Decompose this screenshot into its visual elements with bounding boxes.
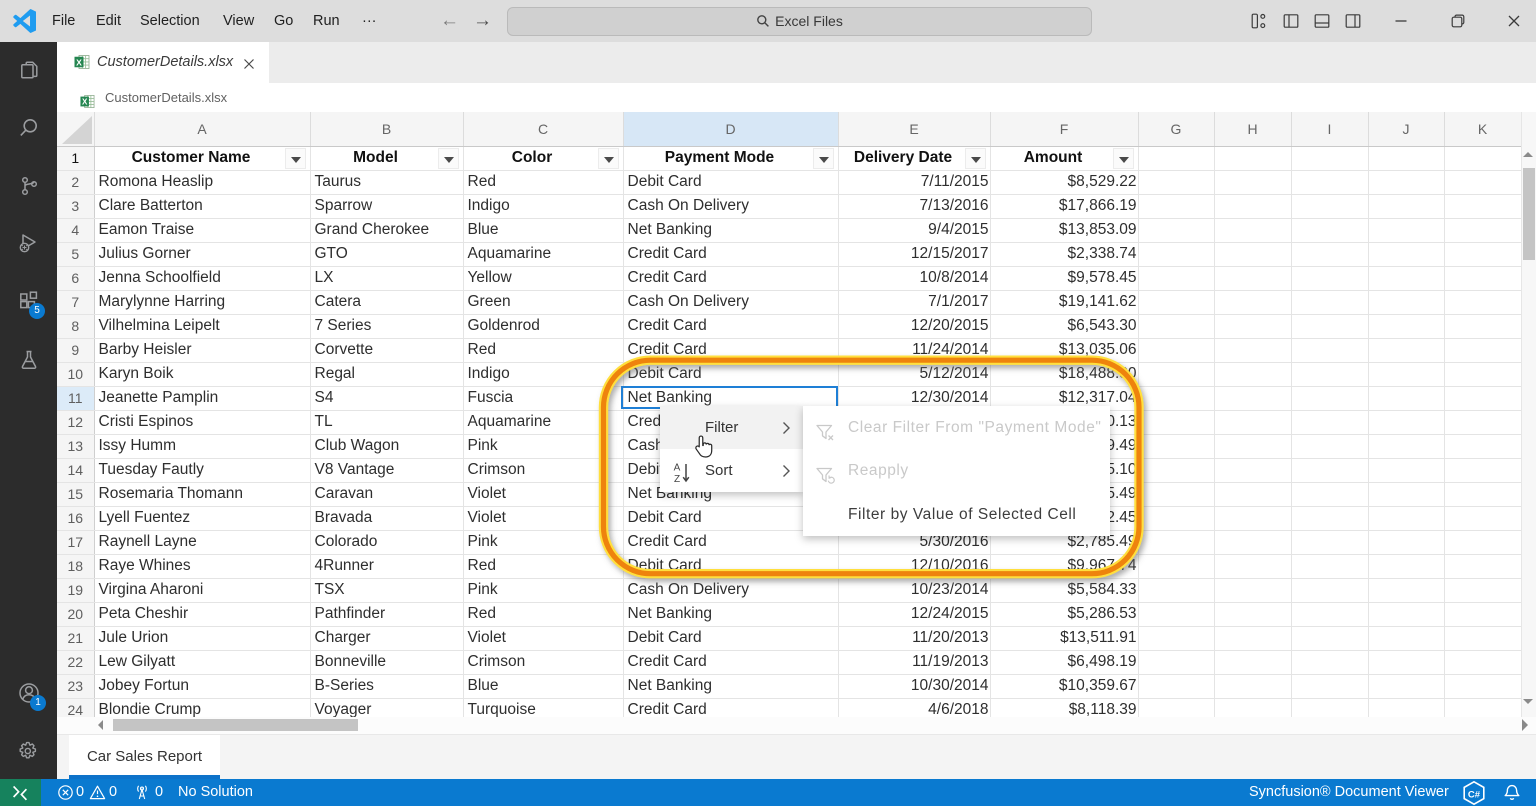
svg-text:X: X [76,57,82,67]
svg-text:C#: C# [1468,789,1481,800]
svg-text:X: X [82,98,88,107]
svg-text:A: A [674,463,681,474]
svg-text:Z: Z [674,474,680,485]
